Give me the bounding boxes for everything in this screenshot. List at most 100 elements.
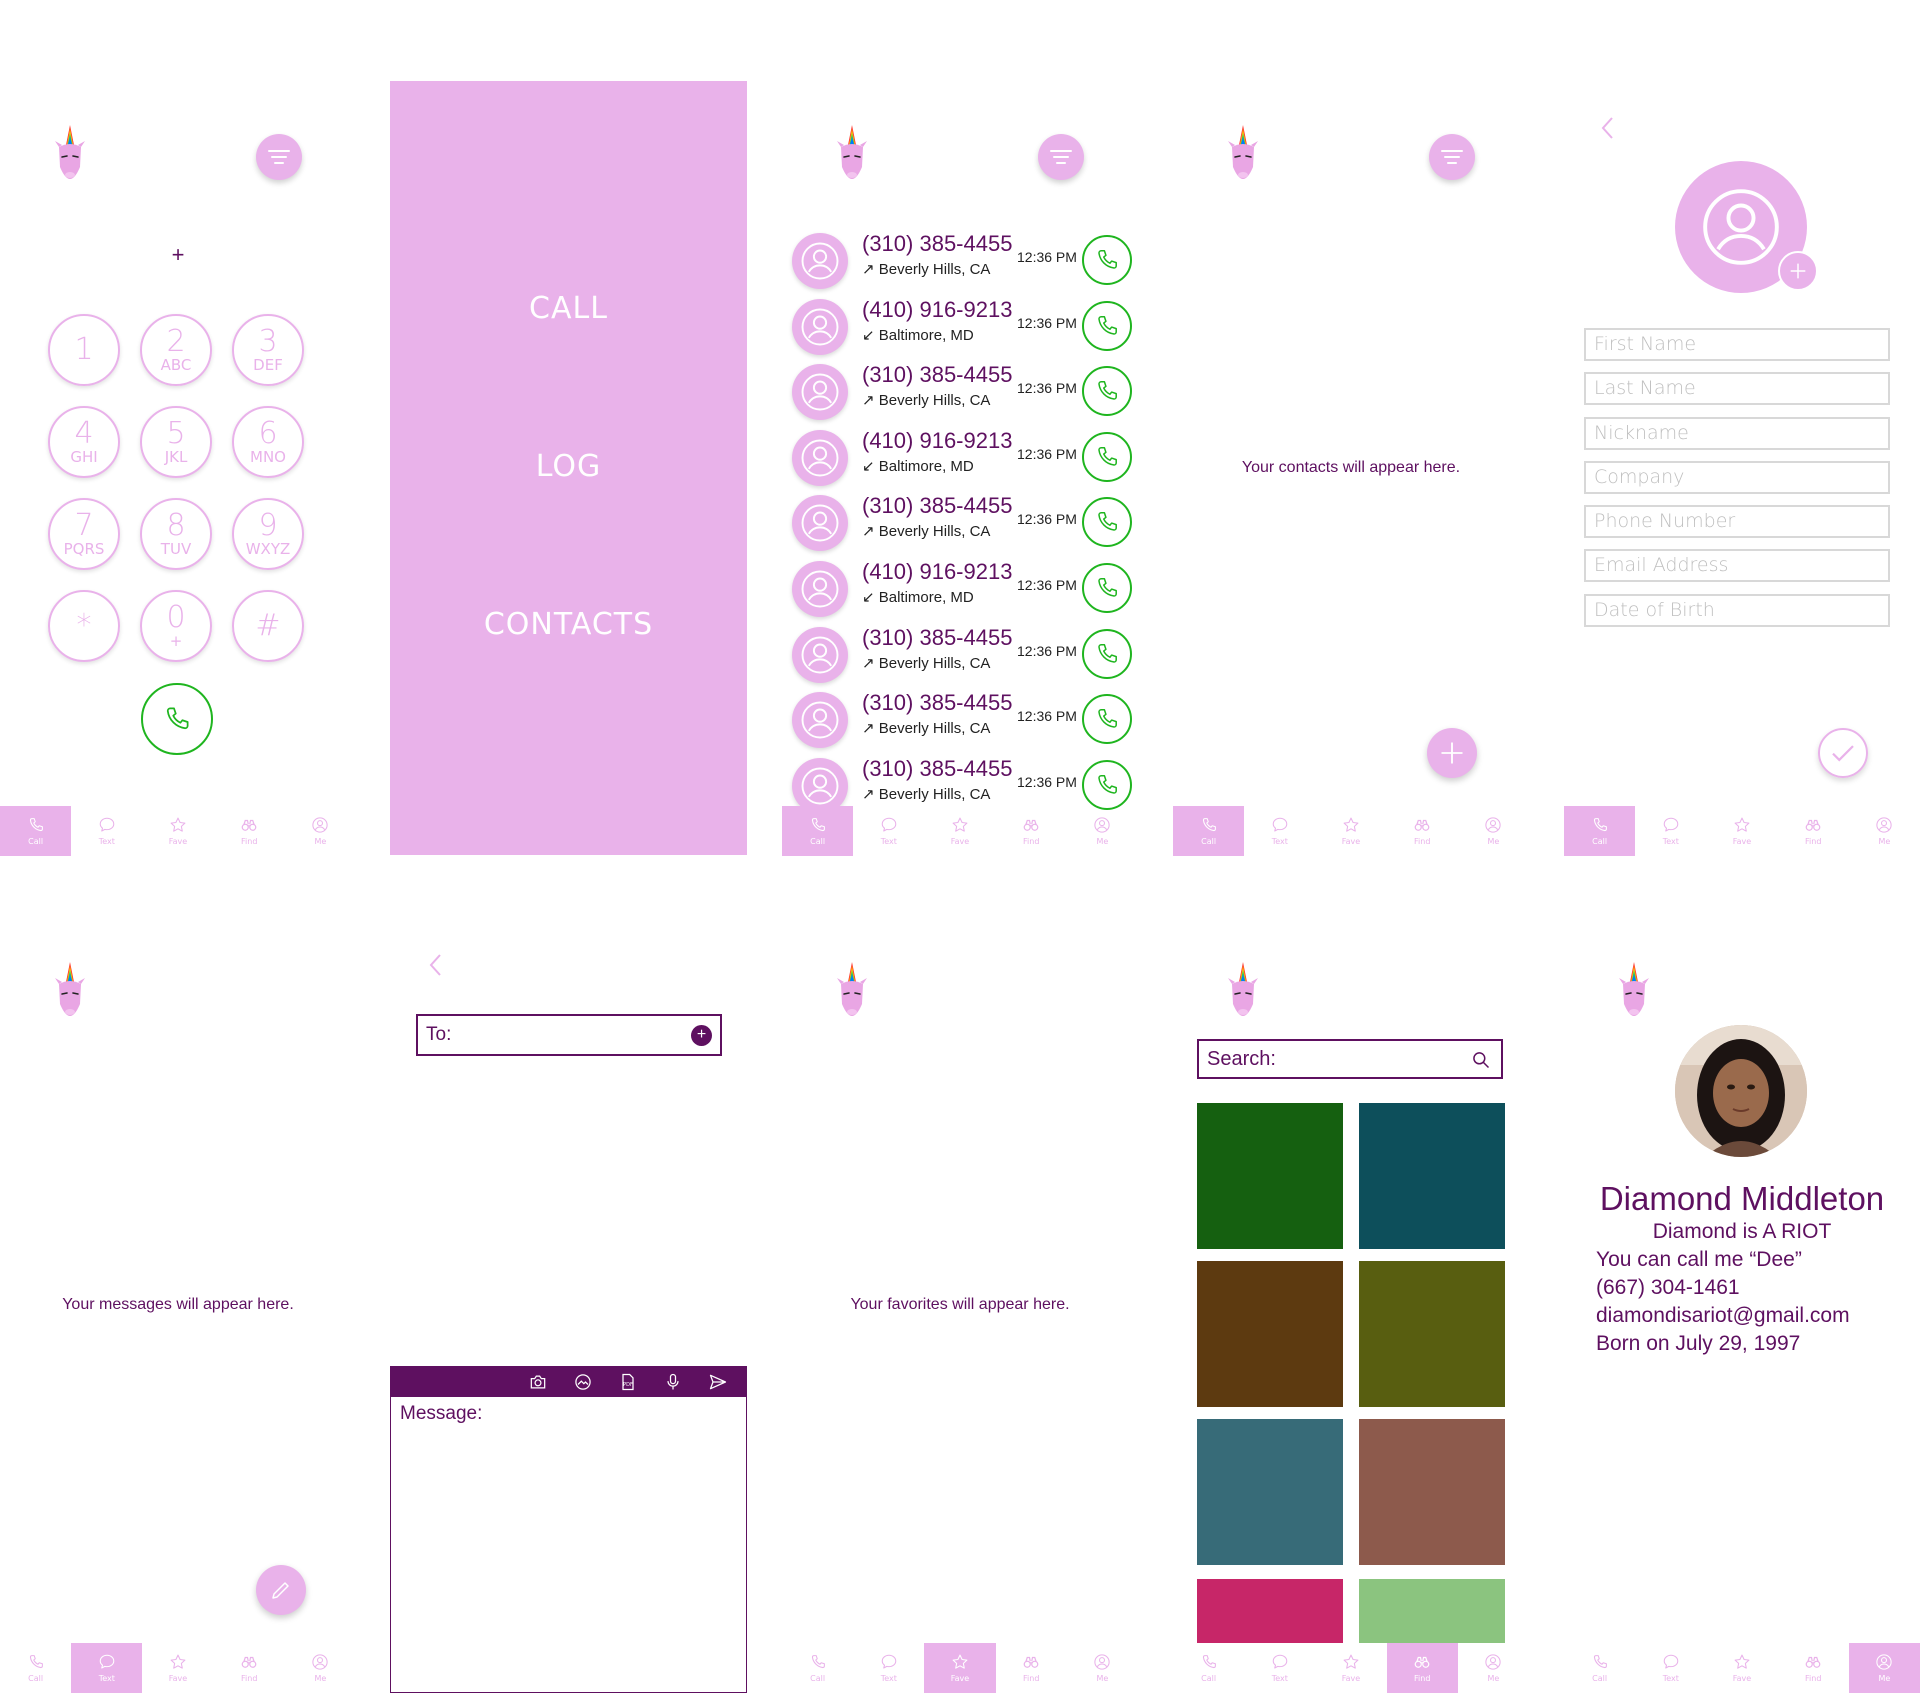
tab-fave[interactable]: Fave	[142, 1643, 213, 1693]
menu-item-contacts[interactable]: CONTACTS	[390, 607, 747, 642]
tab-me[interactable]: Me	[1458, 806, 1529, 856]
tab-fave[interactable]: Fave	[924, 1643, 996, 1693]
company-field[interactable]: Company	[1584, 461, 1890, 494]
tab-text[interactable]: Text	[1635, 1643, 1706, 1693]
tab-fave[interactable]: Fave	[1706, 806, 1777, 856]
back-chevron-icon[interactable]	[426, 950, 446, 980]
nickname-field[interactable]: Nickname	[1584, 417, 1890, 450]
call-back-button[interactable]	[1082, 759, 1132, 810]
send-icon[interactable]	[708, 1372, 728, 1392]
key-2[interactable]: 2 ABC	[140, 314, 212, 386]
key-5[interactable]: 5 JKL	[140, 406, 212, 478]
contact-tile[interactable]	[1359, 1103, 1505, 1249]
key-9[interactable]: 9 WXYZ	[232, 498, 304, 570]
first-name-field[interactable]: First Name	[1584, 328, 1890, 361]
contact-tile[interactable]	[1197, 1419, 1343, 1565]
key-star[interactable]: *	[48, 590, 120, 662]
call-log-row[interactable]: (410) 916-9213 ↙ Baltimore, MD 12:36 PM	[792, 559, 1132, 619]
tab-call[interactable]: Call	[782, 1643, 853, 1693]
call-back-button[interactable]	[1082, 694, 1132, 745]
call-log-row[interactable]: (310) 385-4455 ↗ Beverly Hills, CA 12:36 P…	[792, 625, 1132, 685]
contact-tile[interactable]	[1359, 1261, 1505, 1407]
tab-call[interactable]: Call	[1564, 806, 1636, 856]
key-3[interactable]: 3 DEF	[232, 314, 304, 386]
tab-text[interactable]: Text	[1635, 806, 1706, 856]
tab-text[interactable]: Text	[853, 1643, 924, 1693]
call-log-row[interactable]: (410) 916-9213 ↙ Baltimore, MD 12:36 PM	[792, 297, 1132, 357]
tab-find[interactable]: Find	[214, 806, 285, 856]
back-chevron-icon[interactable]	[1598, 113, 1618, 143]
date-of-birth-field[interactable]: Date of Birth	[1584, 594, 1890, 627]
email-address-field[interactable]: Email Address	[1584, 549, 1890, 582]
menu-button[interactable]	[1429, 134, 1475, 180]
tab-find[interactable]: Find	[1386, 1643, 1458, 1693]
menu-item-log[interactable]: LOG	[390, 449, 747, 484]
key-8[interactable]: 8 TUV	[140, 498, 212, 570]
key-1[interactable]: 1	[48, 314, 120, 386]
call-back-button[interactable]	[1082, 563, 1132, 613]
last-name-field[interactable]: Last Name	[1584, 372, 1890, 405]
tab-text[interactable]: Text	[1244, 1643, 1315, 1693]
tab-find[interactable]: Find	[214, 1643, 285, 1693]
call-back-button[interactable]	[1082, 628, 1132, 679]
gallery-icon[interactable]	[573, 1372, 593, 1392]
menu-button[interactable]	[256, 134, 302, 180]
search-icon[interactable]	[1471, 1050, 1491, 1070]
tab-fave[interactable]: Fave	[924, 806, 995, 856]
tab-find[interactable]: Find	[1778, 1643, 1849, 1693]
call-log-row[interactable]: (410) 916-9213 ↙ Baltimore, MD 12:36 PM	[792, 428, 1132, 488]
contact-tile[interactable]	[1197, 1261, 1343, 1407]
tab-me[interactable]: Me	[1458, 1643, 1529, 1693]
tab-call[interactable]: Call	[1173, 1643, 1244, 1693]
tab-find[interactable]: Find	[1387, 806, 1458, 856]
tab-text[interactable]: Text	[71, 1643, 143, 1693]
key-6[interactable]: 6 MNO	[232, 406, 304, 478]
tab-fave[interactable]: Fave	[1315, 1643, 1386, 1693]
tab-me[interactable]: Me	[1067, 806, 1138, 856]
tab-fave[interactable]: Fave	[1315, 806, 1386, 856]
call-back-button[interactable]	[1082, 497, 1132, 548]
tab-call[interactable]: Call	[1173, 806, 1245, 856]
add-photo-button[interactable]	[1778, 251, 1818, 291]
tab-find[interactable]: Find	[996, 806, 1067, 856]
tab-me[interactable]: Me	[285, 806, 356, 856]
add-contact-button[interactable]	[1427, 728, 1477, 778]
tab-find[interactable]: Find	[1778, 806, 1849, 856]
phone-number-field[interactable]: Phone Number	[1584, 505, 1890, 538]
tab-find[interactable]: Find	[996, 1643, 1067, 1693]
message-composer[interactable]: PDF Message:	[390, 1366, 747, 1693]
compose-message-button[interactable]	[256, 1565, 306, 1615]
camera-icon[interactable]	[528, 1372, 548, 1392]
key-7[interactable]: 7 PQRS	[48, 498, 120, 570]
dial-call-button[interactable]	[141, 683, 213, 755]
key-4[interactable]: 4 GHI	[48, 406, 120, 478]
tab-call[interactable]: Call	[782, 806, 854, 856]
tab-text[interactable]: Text	[853, 806, 924, 856]
tab-me[interactable]: Me	[1067, 1643, 1138, 1693]
call-log-row[interactable]: (310) 385-4455 ↗ Beverly Hills, CA 12:36 P…	[792, 690, 1132, 750]
call-back-button[interactable]	[1082, 366, 1132, 417]
contact-tile[interactable]	[1197, 1103, 1343, 1249]
recipient-field[interactable]: To: +	[416, 1014, 722, 1056]
menu-item-call[interactable]: CALL	[390, 291, 747, 326]
contact-tile[interactable]	[1359, 1419, 1505, 1565]
tab-me[interactable]: Me	[1849, 806, 1920, 856]
key-hash[interactable]: #	[232, 590, 304, 662]
tab-fave[interactable]: Fave	[1706, 1643, 1777, 1693]
menu-button[interactable]	[1038, 134, 1084, 180]
pdf-icon[interactable]: PDF	[618, 1372, 638, 1392]
tab-text[interactable]: Text	[71, 806, 142, 856]
call-back-button[interactable]	[1082, 300, 1132, 351]
tab-text[interactable]: Text	[1244, 806, 1315, 856]
call-back-button[interactable]	[1082, 235, 1132, 285]
add-recipient-button[interactable]: +	[691, 1025, 712, 1046]
tab-fave[interactable]: Fave	[142, 806, 213, 856]
tab-me[interactable]: Me	[285, 1643, 356, 1693]
tab-me[interactable]: Me	[1848, 1643, 1920, 1693]
call-log-row[interactable]: (310) 385-4455 ↗ Beverly Hills, CA 12:36 P…	[792, 231, 1132, 291]
microphone-icon[interactable]	[663, 1372, 683, 1392]
tab-call[interactable]: Call	[0, 806, 72, 856]
search-input[interactable]: Search:	[1197, 1039, 1503, 1079]
call-back-button[interactable]	[1082, 431, 1132, 482]
save-contact-button[interactable]	[1818, 728, 1868, 778]
